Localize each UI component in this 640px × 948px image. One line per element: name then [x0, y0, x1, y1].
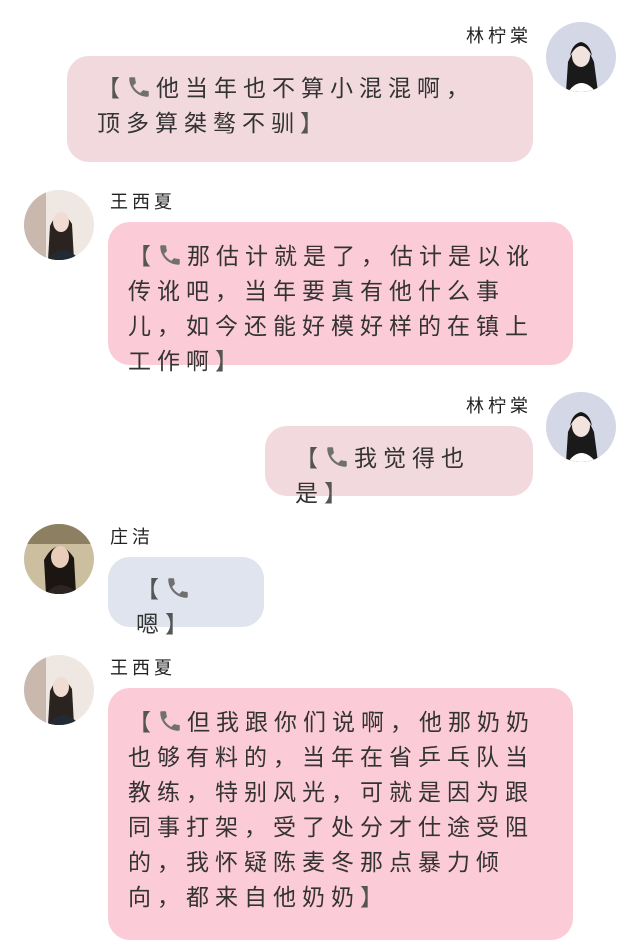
message-text: 嗯 [136, 612, 165, 638]
avatar[interactable] [24, 655, 94, 725]
phone-icon [126, 74, 152, 100]
phone-icon [324, 444, 350, 470]
avatar[interactable] [546, 22, 616, 92]
message-text: 但我跟你们说啊，他那奶奶也够有料的，当年在省乒乓队当教练，特别风光，可就是因为跟… [128, 710, 535, 911]
avatar[interactable] [24, 190, 94, 260]
sender-name: 王西夏 [110, 658, 176, 679]
sender-name: 林柠棠 [466, 26, 532, 47]
sender-name: 庄洁 [110, 527, 154, 548]
message-text: 他当年也不算小混混啊，顶多算桀骜不驯 [97, 76, 475, 137]
message-bubble[interactable]: 【那估计就是了，估计是以讹传讹吧，当年要真有他什么事儿，如今还能好模好样的在镇上… [108, 222, 573, 375]
message-bubble[interactable]: 【但我跟你们说啊，他那奶奶也够有料的，当年在省乒乓队当教练，特别风光，可就是因为… [108, 688, 573, 940]
message-text: 那估计就是了，估计是以讹传讹吧，当年要真有他什么事儿，如今还能好模好样的在镇上工… [128, 244, 535, 375]
avatar[interactable] [546, 392, 616, 462]
phone-icon [165, 575, 191, 601]
message-bubble[interactable]: 【他当年也不算小混混啊，顶多算桀骜不驯】 [67, 56, 533, 162]
phone-icon [157, 242, 183, 268]
avatar[interactable] [24, 524, 94, 594]
sender-name: 林柠棠 [466, 396, 532, 417]
phone-icon [157, 708, 183, 734]
sender-name: 王西夏 [110, 192, 176, 213]
message-bubble[interactable]: 【我觉得也是】 [265, 426, 533, 507]
message-bubble[interactable]: 【嗯】 [108, 557, 264, 638]
